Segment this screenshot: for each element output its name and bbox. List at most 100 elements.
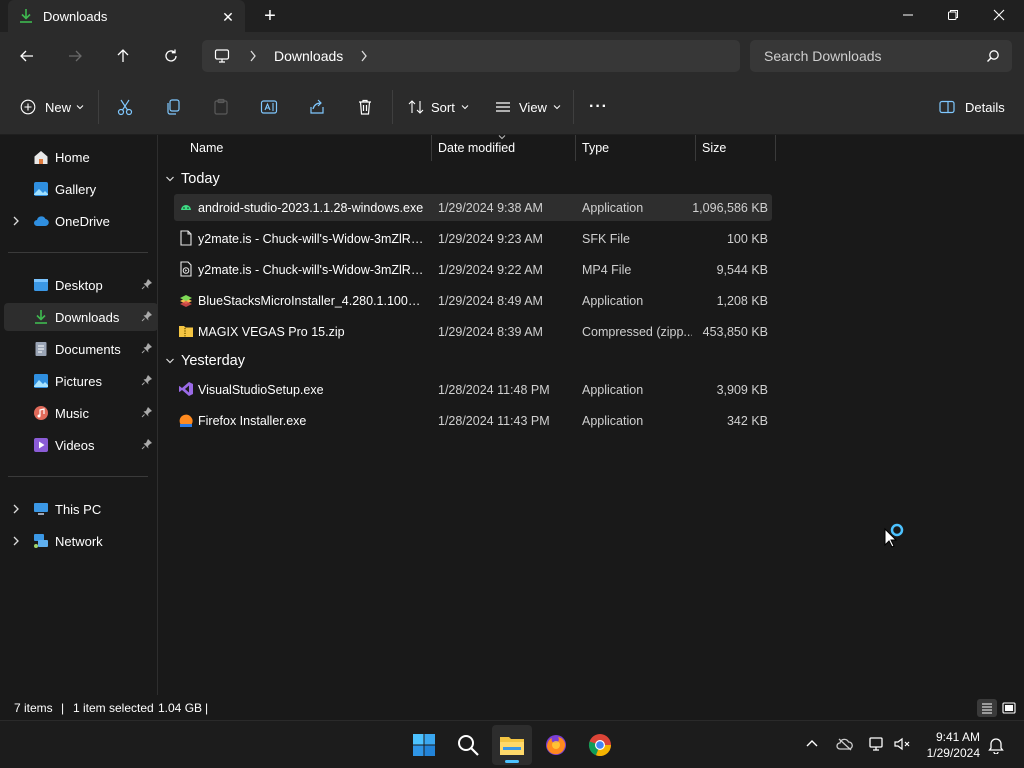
show-hidden-icons-button[interactable] [805,737,819,751]
forward-button[interactable] [63,44,87,68]
up-button[interactable] [111,44,135,68]
file-row[interactable]: VisualStudioSetup.exe 1/28/2024 11:48 PM… [174,376,772,403]
search-icon [458,735,479,756]
sidebar-item-home[interactable]: Home [4,143,158,171]
sidebar-label: Home [55,150,90,165]
taskbar-file-explorer[interactable] [492,725,532,765]
restore-button[interactable] [930,0,976,30]
details-label: Details [965,99,1005,115]
pin-icon[interactable] [141,374,153,386]
rename-icon [260,100,278,114]
visual-studio-icon [178,381,194,397]
rename-button[interactable] [260,95,278,119]
status-divider: | [205,701,209,715]
group-header-yesterday[interactable]: Yesterday [165,350,245,372]
windows-logo-icon [413,734,435,756]
share-button[interactable] [308,95,326,119]
file-date: 1/29/2024 9:23 AM [438,232,543,246]
clock-time[interactable]: 9:41 AM [936,730,980,744]
onedrive-tray-icon[interactable] [836,736,854,752]
list-view-icon [496,102,510,112]
group-header-today[interactable]: Today [165,168,220,190]
details-view-button[interactable] [977,699,997,717]
monitor-icon[interactable] [214,48,230,64]
refresh-button[interactable] [159,44,183,68]
minimize-button[interactable] [885,0,931,30]
copy-button[interactable] [164,95,182,119]
column-header-size[interactable]: Size [696,135,776,161]
address-bar[interactable]: Downloads [202,40,740,72]
sidebar-label: This PC [55,502,102,517]
pin-icon[interactable] [141,406,153,418]
notifications-button[interactable] [988,736,1004,754]
tiles-view-button[interactable] [999,699,1019,717]
android-studio-icon [178,199,194,215]
sidebar-item-network[interactable]: Network [4,527,158,555]
details-pane-button[interactable]: Details [939,95,1005,119]
taskbar-firefox[interactable] [536,725,576,765]
pin-icon[interactable] [141,342,153,354]
file-row[interactable]: Firefox Installer.exe 1/28/2024 11:43 PM… [174,407,772,434]
sidebar-item-pictures[interactable]: Pictures [4,367,158,395]
file-row[interactable]: MAGIX VEGAS Pro 15.zip 1/29/2024 8:39 AM… [174,318,772,345]
file-name: BlueStacksMicroInstaller_4.280.1.1002_na… [198,294,424,308]
new-button[interactable]: New [20,95,84,119]
more-options-button[interactable]: ··· [589,95,608,119]
taskbar-chrome[interactable] [580,725,620,765]
paste-button[interactable] [212,95,230,119]
sidebar-item-downloads[interactable]: Downloads [4,303,158,331]
status-bar: 7 items | 1 item selected 1.04 GB | [0,696,1024,720]
sidebar-item-music[interactable]: Music [4,399,158,427]
copy-icon [167,99,180,115]
pin-icon[interactable] [141,438,153,450]
busy-cursor-icon [884,521,908,549]
network-icon [33,533,49,549]
sort-button[interactable]: Sort [407,95,469,119]
tab-downloads[interactable]: Downloads ✕ [8,0,245,32]
sidebar-item-videos[interactable]: Videos [4,431,158,459]
clock-date[interactable]: 1/29/2024 [927,746,980,760]
column-header-type[interactable]: Type [576,135,696,161]
file-row[interactable]: y2mate.is - Chuck-will's-Widow-3mZlRr...… [174,225,772,252]
view-button[interactable]: View [494,95,561,119]
file-row[interactable]: BlueStacksMicroInstaller_4.280.1.1002_na… [174,287,772,314]
back-button[interactable] [15,44,39,68]
volume-muted-icon[interactable] [893,736,911,752]
file-size: 3,909 KB [716,383,768,397]
documents-icon [33,341,49,357]
start-button[interactable] [404,725,444,765]
file-name: MAGIX VEGAS Pro 15.zip [198,325,345,339]
delete-button[interactable] [356,95,374,119]
breadcrumb-downloads[interactable]: Downloads [274,48,343,64]
pin-icon[interactable] [141,310,153,322]
new-tab-button[interactable]: + [260,6,280,26]
chevron-right-icon[interactable] [12,535,20,547]
chevron-right-icon[interactable] [249,49,257,63]
file-row[interactable]: y2mate.is - Chuck-will's-Widow-3mZlRr...… [174,256,772,283]
sidebar-item-documents[interactable]: Documents [4,335,158,363]
column-header-date-modified[interactable]: Date modified [432,135,576,161]
sidebar-item-desktop[interactable]: Desktop [4,271,158,299]
downloads-icon [18,8,34,24]
cloud-icon [33,213,49,229]
gallery-icon [33,181,49,197]
sidebar-item-onedrive[interactable]: OneDrive [4,207,158,235]
status-divider: | [61,701,65,715]
network-tray-icon[interactable] [868,736,886,752]
column-header-name[interactable]: Name [160,135,432,161]
sidebar-item-gallery[interactable]: Gallery [4,175,158,203]
pin-icon[interactable] [141,278,153,290]
chevron-right-icon[interactable] [12,503,20,515]
file-type: SFK File [582,232,630,246]
tab-close-icon[interactable]: ✕ [218,7,238,27]
close-button[interactable] [976,0,1022,30]
chevron-right-icon[interactable] [12,215,20,227]
file-row[interactable]: android-studio-2023.1.1.28-windows.exe 1… [174,194,772,221]
chevron-right-icon[interactable] [360,49,368,63]
taskbar-search-button[interactable] [448,725,488,765]
search-input[interactable]: Search Downloads [750,40,1012,72]
sort-descending-icon [498,135,506,140]
chevron-down-icon [166,176,174,182]
sidebar-item-this-pc[interactable]: This PC [4,495,158,523]
cut-button[interactable] [116,95,134,119]
